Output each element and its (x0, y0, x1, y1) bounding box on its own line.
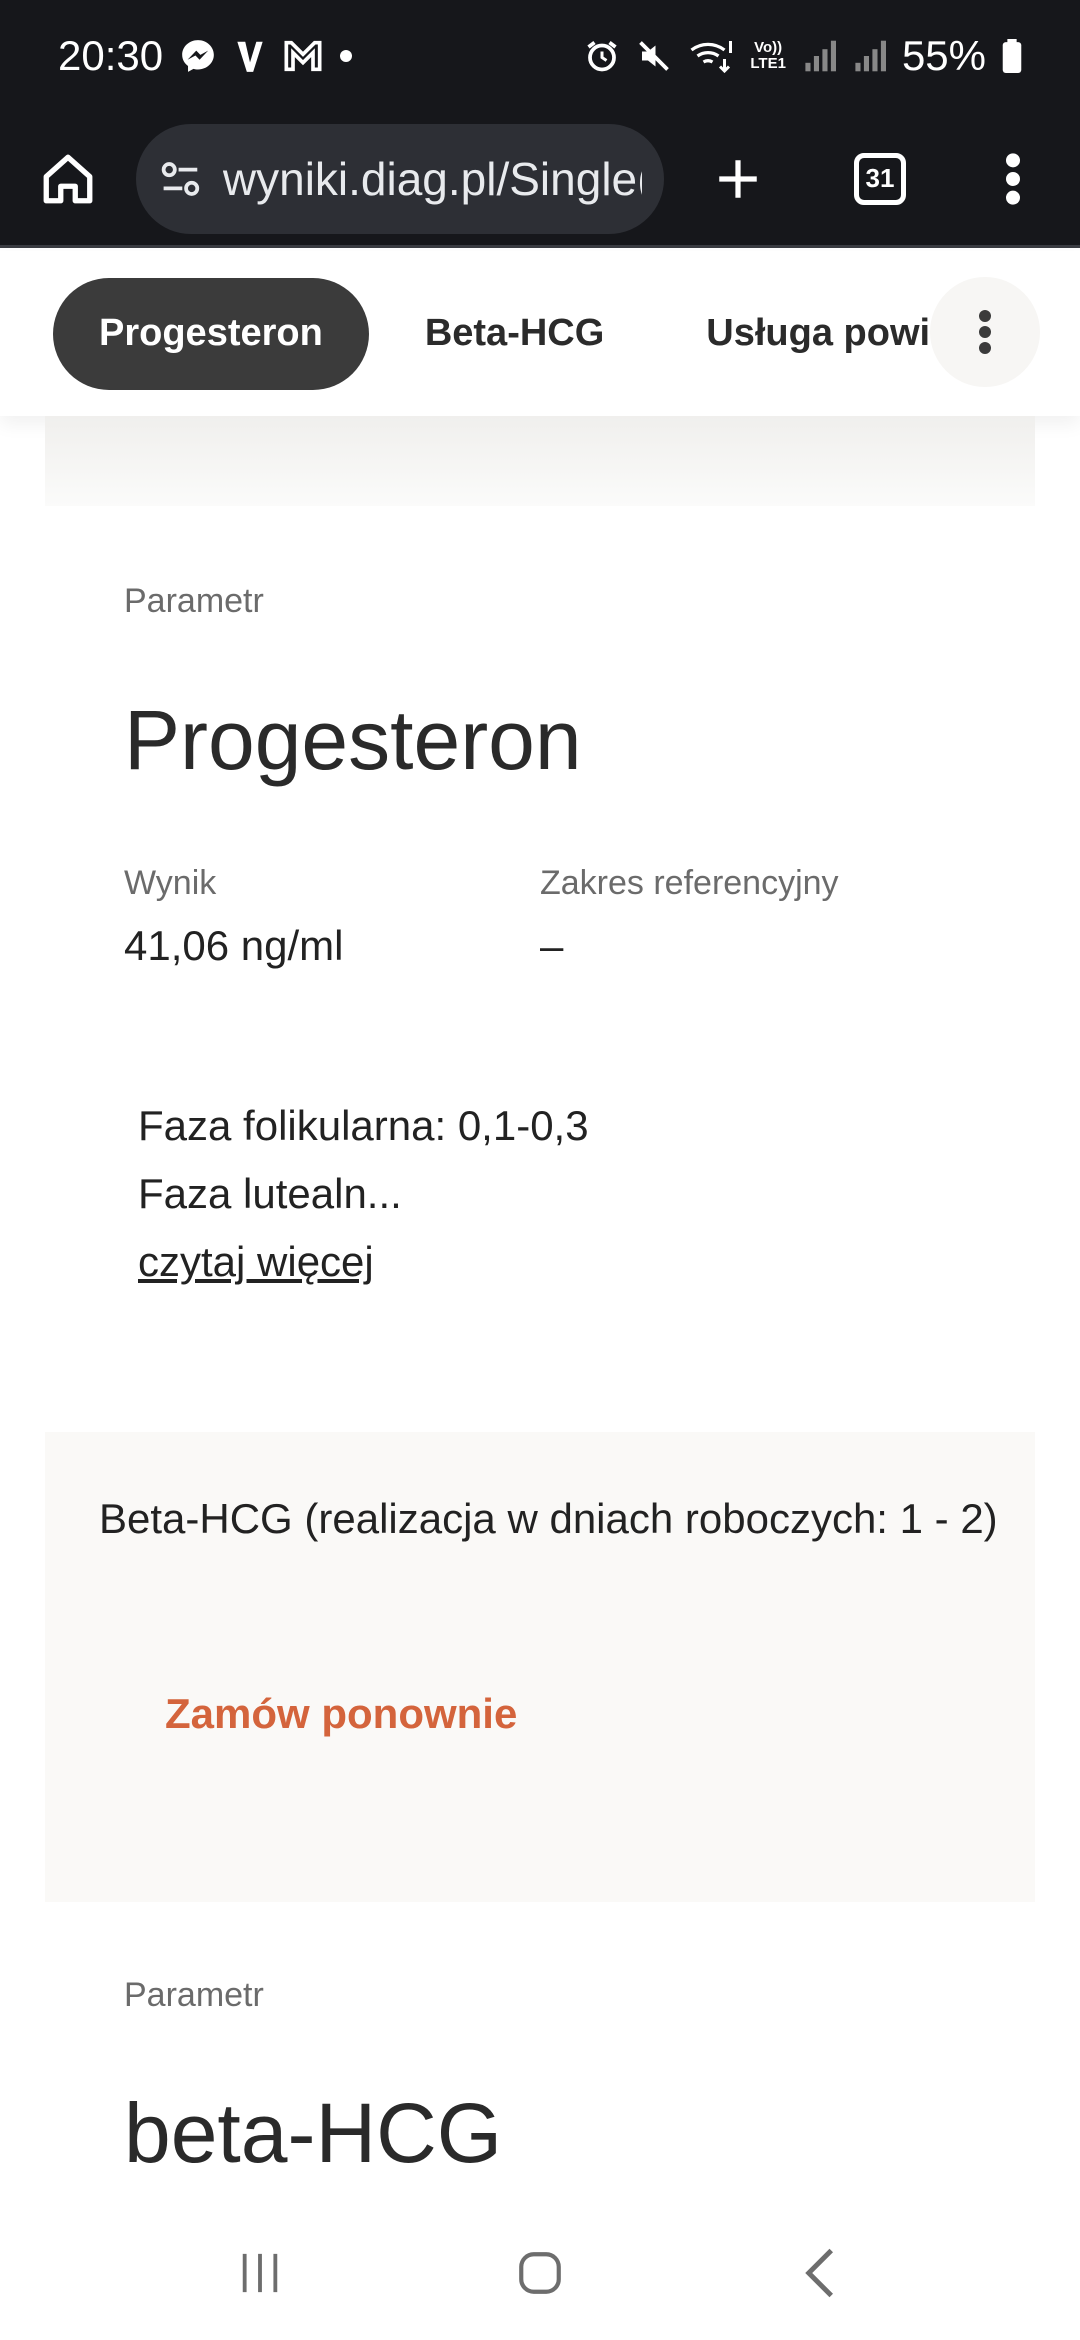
v-app-icon (233, 37, 267, 75)
recents-icon (242, 2253, 278, 2292)
home-icon (43, 154, 93, 203)
signal-icon-1 (802, 39, 836, 73)
home-nav-icon (519, 2251, 561, 2294)
mute-icon (636, 38, 672, 74)
address-bar[interactable]: wyniki.diag.pl/Single( (136, 123, 664, 234)
description-line: Faza folikularna: 0,1-0,3 (138, 1102, 589, 1149)
result-description: Faza folikularna: 0,1-0,3 Faza lutealn..… (138, 1092, 589, 1296)
site-settings-icon[interactable] (158, 156, 203, 202)
alarm-icon (584, 38, 620, 74)
new-tab-button[interactable] (664, 111, 812, 247)
status-right: Vo)) LTE1 55% (584, 32, 1022, 80)
parameter-label: Parametr (124, 582, 264, 620)
result-value: 41,06 ng/ml (124, 922, 344, 969)
chips-more-button[interactable] (930, 277, 1040, 387)
parameter-label: Parametr (124, 1976, 264, 2014)
recents-button[interactable] (200, 2223, 320, 2323)
gmail-icon (283, 39, 323, 73)
home-button[interactable] (0, 111, 136, 247)
browser-menu-button[interactable] (948, 111, 1078, 247)
tab-switcher-button[interactable]: 31 (812, 111, 948, 247)
status-left: 20:30 (58, 32, 353, 80)
signal-icon-2 (852, 39, 886, 73)
reorder-card: Beta-HCG (realizacja w dniach roboczych:… (45, 1432, 1035, 1902)
status-bar: 20:30 Vo)) LTE1 55% (0, 0, 1080, 112)
system-nav-bar (0, 2205, 1080, 2340)
more-vert-icon (979, 310, 991, 354)
url-text: wyniki.diag.pl/Single( (222, 152, 642, 205)
chip-beta-hcg[interactable]: Beta-HCG (379, 278, 650, 390)
more-vert-icon (1006, 152, 1020, 205)
parameter-title: Progesteron (124, 693, 582, 787)
network-label: LTE1 (750, 55, 786, 72)
notification-dot-icon (339, 49, 353, 63)
reference-value: – (540, 922, 564, 969)
status-time: 20:30 (58, 32, 164, 79)
parameter-title: beta-HCG (124, 2086, 503, 2180)
battery-percent: 55% (901, 32, 986, 79)
chip-progesteron[interactable]: Progesteron (53, 277, 369, 390)
messenger-icon (179, 37, 217, 75)
reference-label: Zakres referencyjny (540, 864, 839, 902)
wifi-icon (688, 38, 734, 74)
reorder-button[interactable]: Zamów ponownie (165, 1690, 517, 1738)
reorder-title: Beta-HCG (realizacja w dniach roboczych:… (99, 1495, 998, 1542)
home-nav-button[interactable] (480, 2223, 600, 2323)
back-button[interactable] (760, 2223, 880, 2323)
parameter-chips: Progesteron Beta-HCG Usługa powia (0, 251, 1080, 416)
volte-icon: Vo)) LTE1 (750, 39, 786, 72)
description-line: Faza lutealn... (138, 1170, 402, 1217)
back-icon (805, 2248, 834, 2297)
browser-toolbar: wyniki.diag.pl/Single( 31 (0, 112, 1080, 248)
result-label: Wynik (124, 864, 217, 902)
battery-icon (1002, 39, 1022, 73)
tab-count: 31 (854, 152, 906, 205)
read-more-link[interactable]: czytaj więcej (138, 1238, 374, 1285)
card-shade (45, 416, 1035, 506)
plus-icon (719, 159, 757, 198)
